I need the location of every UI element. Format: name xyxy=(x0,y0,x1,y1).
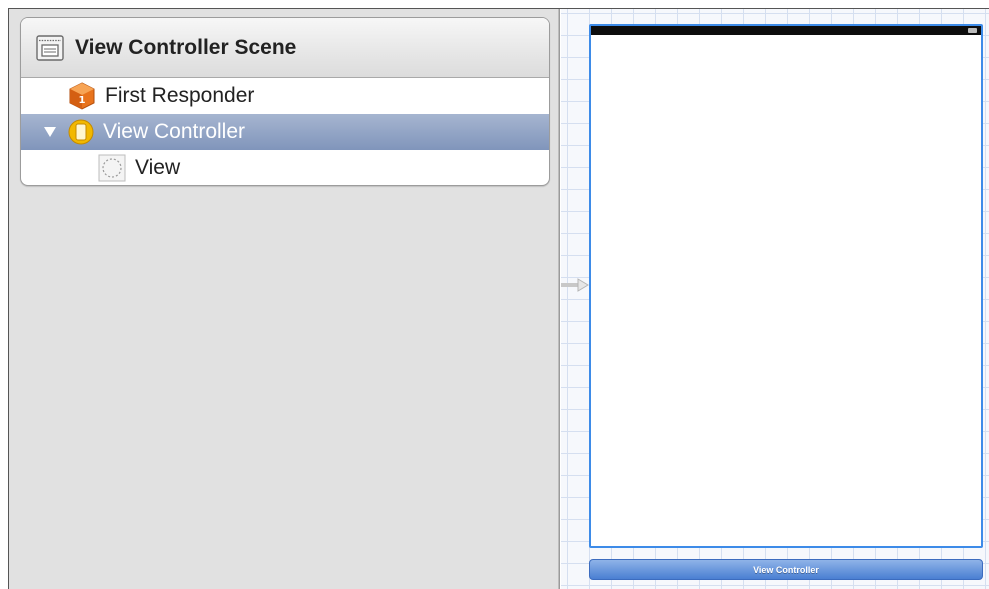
dock-label: View Controller xyxy=(753,564,819,575)
outline-item-label: First Responder xyxy=(105,84,255,107)
view-controller-dock[interactable]: View Controller xyxy=(589,559,983,580)
entry-point-arrow-icon xyxy=(561,277,589,293)
pane-divider[interactable] xyxy=(558,9,560,589)
scene-icon xyxy=(35,34,65,62)
scene-header[interactable]: View Controller Scene xyxy=(21,18,549,78)
view-controller-frame[interactable] xyxy=(589,24,983,548)
disclosure-triangle-icon[interactable] xyxy=(43,126,57,138)
outline-item-label: View Controller xyxy=(103,120,246,143)
outline-item-first-responder[interactable]: 1 First Responder xyxy=(21,78,549,114)
status-bar xyxy=(591,26,981,35)
svg-text:1: 1 xyxy=(79,95,86,106)
view-icon xyxy=(97,153,127,183)
outline-item-view[interactable]: View xyxy=(21,150,549,185)
interface-builder-window: View Controller Scene 1 First Responder xyxy=(0,0,989,589)
view-controller-icon xyxy=(67,118,95,146)
scene-title: View Controller Scene xyxy=(75,35,297,59)
scene-group: View Controller Scene 1 First Responder xyxy=(20,17,550,186)
outline-item-view-controller[interactable]: View Controller xyxy=(21,114,549,150)
first-responder-icon: 1 xyxy=(67,81,97,111)
battery-icon xyxy=(968,28,977,33)
outline-item-label: View xyxy=(135,156,181,179)
